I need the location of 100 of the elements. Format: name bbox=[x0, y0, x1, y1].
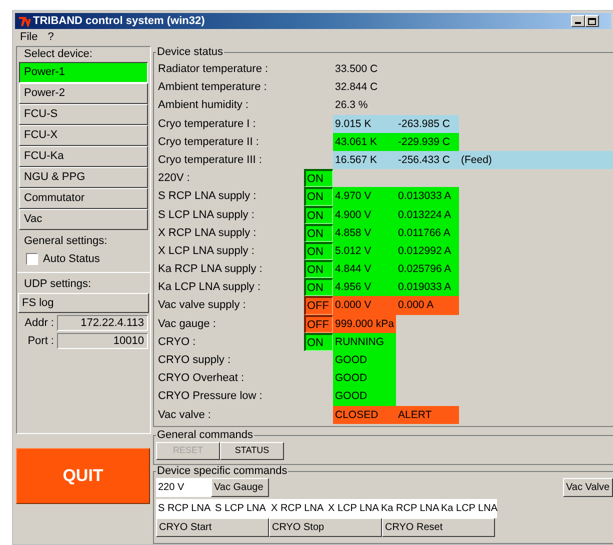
group-title: Device status bbox=[156, 46, 224, 58]
device-button[interactable]: Vac bbox=[19, 209, 148, 230]
auto-status-label: Auto Status bbox=[43, 252, 100, 267]
group-title: General commands bbox=[156, 429, 254, 441]
status-label: CRYO Overheat : bbox=[158, 371, 245, 386]
maximize-button[interactable] bbox=[585, 15, 599, 27]
status-label: X LCP LNA supply : bbox=[158, 244, 256, 259]
app-logo-icon bbox=[18, 16, 31, 26]
device-button[interactable]: NGU & PPG bbox=[19, 167, 148, 188]
select-device-label: Select device: bbox=[23, 47, 94, 62]
switch-indicator[interactable]: ON bbox=[304, 206, 333, 224]
status-label: 220V : bbox=[158, 171, 191, 186]
status-value: 32.844 C bbox=[334, 80, 379, 96]
general-settings-label: General settings: bbox=[23, 234, 108, 249]
addr-label: Addr : bbox=[24, 316, 55, 331]
status-value: 4.970 V bbox=[333, 187, 396, 206]
command-button[interactable]: CRYO Reset bbox=[382, 518, 495, 537]
status-label: Ambient temperature : bbox=[158, 80, 268, 96]
status-button[interactable]: STATUS bbox=[220, 442, 284, 460]
status-value: GOOD bbox=[333, 351, 396, 370]
group-title: Device specific commands bbox=[156, 465, 288, 477]
command-button[interactable]: CRYO Stop bbox=[269, 518, 382, 537]
minimize-button[interactable] bbox=[571, 15, 585, 27]
command-button[interactable]: S LCP LNA bbox=[213, 499, 269, 518]
status-label: Vac valve : bbox=[158, 408, 212, 423]
status-value: 0.025796 A bbox=[396, 260, 459, 278]
fs-log-button[interactable]: FS log bbox=[18, 293, 149, 313]
status-label: Radiator temperature : bbox=[158, 62, 270, 77]
status-value: GOOD bbox=[333, 387, 396, 406]
status-label: Cryo temperature II : bbox=[158, 134, 260, 150]
udp-settings-label: UDP settings: bbox=[23, 277, 92, 292]
switch-indicator[interactable]: ON bbox=[304, 169, 333, 188]
menu-item[interactable]: File bbox=[20, 29, 38, 46]
device-button[interactable]: Power-2 bbox=[19, 83, 148, 104]
status-value: CLOSED bbox=[333, 406, 396, 424]
command-button[interactable]: Ka RCP LNA bbox=[379, 499, 439, 518]
command-button[interactable]: X LCP LNA bbox=[326, 499, 379, 518]
status-value: 0.012992 A bbox=[396, 242, 459, 260]
device-button[interactable]: Power-1 bbox=[19, 62, 148, 83]
switch-indicator[interactable]: ON bbox=[304, 224, 333, 242]
status-value: 0.013033 A bbox=[396, 187, 459, 206]
status-value: 4.956 V bbox=[333, 278, 396, 296]
status-value: RUNNING bbox=[333, 332, 396, 351]
status-value: 0.000 A bbox=[396, 296, 459, 315]
status-value: GOOD bbox=[333, 369, 396, 388]
switch-indicator[interactable]: ON bbox=[304, 332, 333, 351]
auto-status-checkbox[interactable] bbox=[26, 253, 38, 265]
status-label: Ka RCP LNA supply : bbox=[158, 262, 264, 278]
command-button[interactable]: Vac Valve bbox=[563, 478, 613, 497]
status-value: 0.019033 A bbox=[396, 278, 459, 296]
status-label: X RCP LNA supply : bbox=[158, 226, 258, 241]
status-label: Ka LCP LNA supply : bbox=[158, 280, 262, 296]
status-value: 4.858 V bbox=[333, 224, 396, 242]
switch-indicator[interactable]: ON bbox=[304, 242, 333, 260]
status-value: 9.015 K bbox=[333, 114, 396, 133]
switch-indicator[interactable]: ON bbox=[304, 278, 333, 296]
status-label: Ambient humidity : bbox=[158, 98, 250, 114]
status-value: 0.000 V bbox=[333, 296, 396, 315]
port-field[interactable]: 10010 bbox=[57, 333, 148, 349]
switch-indicator[interactable]: OFF bbox=[304, 314, 333, 333]
status-value: 43.061 K bbox=[333, 132, 396, 151]
status-label: S LCP LNA supply : bbox=[158, 208, 256, 222]
command-button[interactable]: CRYO Start bbox=[156, 518, 269, 537]
status-label: CRYO Pressure low : bbox=[158, 389, 264, 404]
status-label: S RCP LNA supply : bbox=[158, 189, 258, 204]
command-button[interactable]: Vac Gauge bbox=[211, 478, 269, 497]
status-value: (Feed) bbox=[459, 150, 613, 170]
status-value: 4.844 V bbox=[333, 260, 396, 278]
status-value: 26.3 % bbox=[334, 98, 369, 114]
status-label: Cryo temperature I : bbox=[158, 116, 257, 132]
device-button[interactable]: Commutator bbox=[19, 188, 148, 209]
status-label: CRYO : bbox=[158, 334, 197, 350]
status-value: -263.985 C bbox=[396, 114, 459, 133]
port-label: Port : bbox=[26, 334, 55, 349]
status-value: 5.012 V bbox=[333, 242, 396, 260]
status-label: Vac valve supply : bbox=[158, 298, 247, 314]
command-button[interactable]: X RCP LNA bbox=[269, 499, 326, 518]
status-value: 0.011766 A bbox=[396, 224, 459, 242]
switch-indicator[interactable]: ON bbox=[304, 187, 333, 206]
command-button[interactable]: Ka LCP LNA bbox=[439, 499, 497, 518]
status-value: 33.500 C bbox=[334, 62, 379, 77]
command-button[interactable]: 220 V bbox=[156, 478, 211, 497]
command-button[interactable]: S RCP LNA bbox=[156, 499, 213, 518]
status-label: Vac gauge : bbox=[158, 316, 217, 332]
status-value: 0.013224 A bbox=[396, 206, 459, 224]
menu-item[interactable]: ? bbox=[48, 29, 54, 46]
status-value: 999.000 kPa bbox=[333, 314, 396, 333]
switch-indicator[interactable]: OFF bbox=[304, 296, 333, 315]
device-button[interactable]: FCU-S bbox=[19, 104, 148, 125]
addr-field[interactable]: 172.22.4.113 bbox=[57, 315, 148, 331]
device-button[interactable]: FCU-X bbox=[19, 125, 148, 146]
status-value: ALERT bbox=[396, 406, 459, 424]
window-title: TRIBAND control system (win32) bbox=[33, 14, 205, 29]
device-button[interactable]: FCU-Ka bbox=[19, 146, 148, 167]
switch-indicator[interactable]: ON bbox=[304, 260, 333, 278]
status-value: -229.939 C bbox=[396, 132, 459, 151]
status-label: Cryo temperature III : bbox=[158, 152, 263, 168]
status-value: 16.567 K bbox=[333, 150, 396, 170]
status-value: -256.433 C bbox=[396, 150, 459, 170]
status-value: 4.900 V bbox=[333, 206, 396, 224]
